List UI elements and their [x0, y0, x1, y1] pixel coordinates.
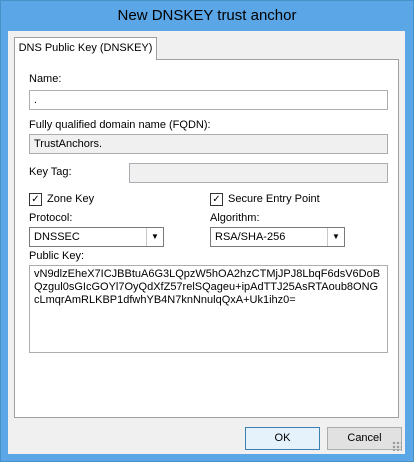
chevron-down-icon[interactable]: ▼	[327, 228, 344, 246]
protocol-value: DNSSEC	[34, 231, 80, 243]
zone-key-label[interactable]: Zone Key	[47, 193, 94, 205]
chevron-down-icon[interactable]: ▼	[146, 228, 163, 246]
ok-button[interactable]: OK	[245, 427, 320, 450]
dialog-window: New DNSKEY trust anchor DNS Public Key (…	[0, 0, 414, 462]
name-input[interactable]	[29, 90, 388, 110]
key-tag-label: Key Tag:	[29, 166, 72, 178]
resize-grip-icon[interactable]	[392, 441, 402, 451]
tab-panel: Name: Fully qualified domain name (FQDN)…	[14, 59, 399, 418]
cancel-button[interactable]: Cancel	[327, 427, 402, 450]
public-key-textarea[interactable]: vN9dlzEheX7ICJBBtuA6G3LQpzW5hOA2hzCTMjJP…	[29, 265, 388, 353]
tab-dns-public-key[interactable]: DNS Public Key (DNSKEY)	[14, 37, 157, 60]
title-bar[interactable]: New DNSKEY trust anchor	[1, 1, 413, 31]
name-label: Name:	[29, 73, 62, 85]
sep-checkbox[interactable]: ✓	[210, 193, 223, 206]
public-key-label: Public Key:	[29, 250, 85, 262]
zone-key-checkbox[interactable]: ✓	[29, 193, 42, 206]
key-tag-field	[129, 163, 388, 183]
dialog-client-area: DNS Public Key (DNSKEY) Name: Fully qual…	[8, 31, 405, 454]
fqdn-label: Fully qualified domain name (FQDN):	[29, 119, 211, 131]
protocol-select[interactable]: DNSSEC ▼	[29, 227, 164, 247]
tab-label: DNS Public Key (DNSKEY)	[18, 42, 153, 54]
algorithm-select[interactable]: RSA/SHA-256 ▼	[210, 227, 345, 247]
protocol-label: Protocol:	[29, 212, 73, 224]
sep-label[interactable]: Secure Entry Point	[228, 193, 320, 205]
algorithm-label: Algorithm:	[210, 212, 260, 224]
fqdn-field: TrustAnchors.	[29, 134, 388, 154]
window-title: New DNSKEY trust anchor	[117, 7, 297, 24]
algorithm-value: RSA/SHA-256	[215, 231, 286, 243]
